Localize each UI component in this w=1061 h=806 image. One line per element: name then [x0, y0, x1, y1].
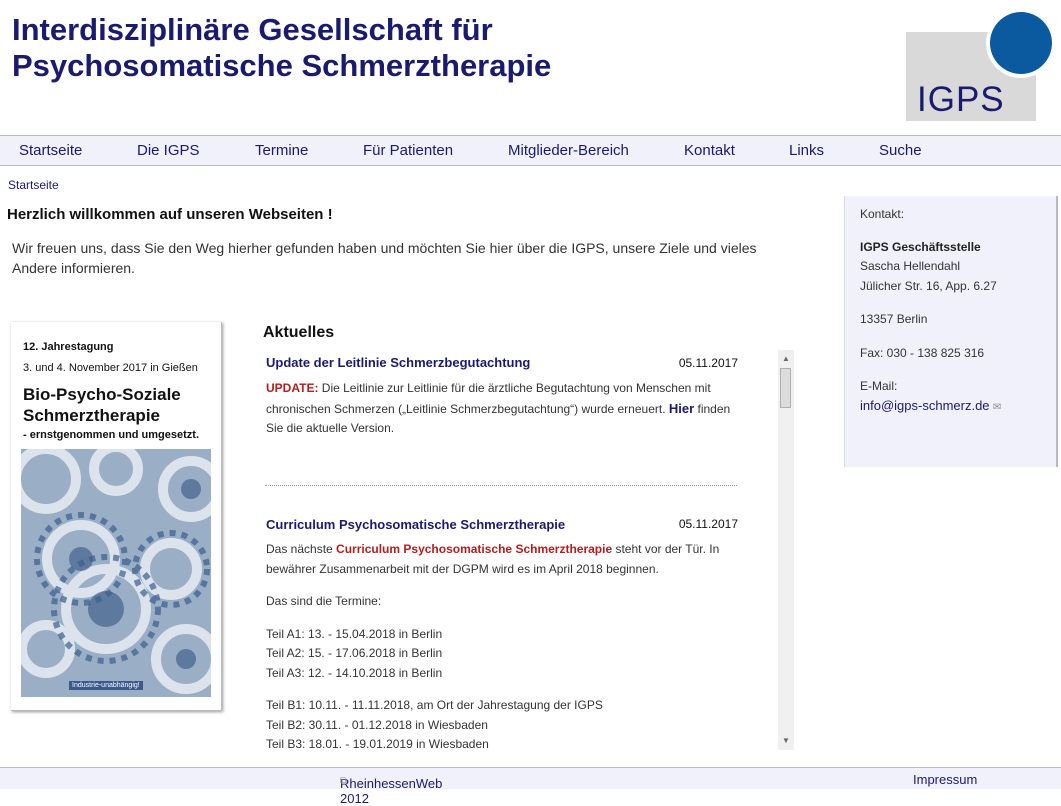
contact-sidebar: Kontakt: IGPS Geschäftsstelle Sascha Hel…: [844, 196, 1058, 467]
envelope-icon: ✉: [992, 402, 1002, 413]
contact-org: IGPS Geschäftsstelle: [860, 240, 981, 254]
scroll-down-icon[interactable]: ▼: [782, 736, 790, 745]
news-item1-title[interactable]: Update der Leitlinie Schmerzbegutachtung: [266, 355, 530, 370]
contact-label: Kontakt:: [860, 207, 905, 221]
item1-text4: Sie die aktuelle Version.: [266, 421, 395, 435]
term-b2: Teil B2: 30.11. - 01.12.2018 in Wiesbade…: [266, 717, 488, 732]
term-a1: Teil A1: 13. - 15.04.2018 in Berlin: [266, 626, 443, 641]
igps-logo[interactable]: IGPS: [906, 8, 1056, 124]
breadcrumb[interactable]: Startseite: [8, 178, 59, 192]
aktuelles-heading: Aktuelles: [263, 324, 335, 341]
flyer-title-line1: Bio-Psycho-Soziale: [23, 385, 181, 404]
nav-mitglieder-bereich[interactable]: Mitglieder-Bereich: [508, 142, 629, 159]
nav-suche[interactable]: Suche: [879, 142, 922, 159]
nav-kontakt[interactable]: Kontakt: [684, 142, 735, 159]
term-b3: Teil B3: 18.01. - 19.01.2019 in Wiesbade…: [266, 737, 489, 750]
item2-text1b: steht vor der Tür. In: [612, 542, 720, 556]
site-title-line2: Psychosomatische Schmerztherapie: [12, 48, 552, 83]
item1-text3: finden: [694, 401, 731, 416]
contact-email-link[interactable]: info@igps-schmerz.de: [860, 398, 990, 413]
news-divider: [265, 485, 737, 486]
contact-email-row: info@igps-schmerz.de ✉: [860, 398, 1001, 413]
news-item2-body: Das nächste Curriculum Psychosomatische …: [266, 540, 736, 750]
item1-hier-link[interactable]: Hier: [669, 401, 694, 416]
conference-flyer[interactable]: 12. Jahrestagung 3. und 4. November 2017…: [11, 322, 222, 711]
welcome-heading: Herzlich willkommen auf unseren Webseite…: [7, 206, 333, 223]
footer: RheinhessenWeb 2012 ⧉ Impressum: [0, 767, 1061, 806]
contact-email-label: E-Mail:: [860, 379, 898, 393]
term-a2: Teil A2: 15. - 17.06.2018 in Berlin: [266, 646, 443, 660]
intro-line2: Andere informieren.: [12, 260, 135, 276]
flyer-date: 3. und 4. November 2017 in Gießen: [23, 362, 198, 374]
contact-fax: Fax: 030 - 138 825 316: [860, 346, 985, 360]
flyer-badge: Industrie-unabhängig!: [69, 681, 143, 690]
intro-text: Wir freuen uns, dass Sie den Weg hierher…: [12, 238, 782, 278]
item2-text1a: Das nächste: [266, 542, 337, 556]
news-item2-date: 05.11.2017: [678, 517, 738, 531]
update-label: UPDATE:: [266, 381, 319, 395]
nav-links[interactable]: Links: [789, 142, 824, 159]
site-title-line1: Interdisziplinäre Gesellschaft für: [12, 12, 493, 47]
news-scroll-area[interactable]: Update der Leitlinie Schmerzbegutachtung…: [263, 350, 778, 750]
news-scrollbar[interactable]: ▲ ▼: [778, 350, 794, 750]
contact-name: Sascha Hellendahl: [860, 259, 961, 273]
gears-illustration: [21, 449, 211, 697]
main-nav: Startseite Die IGPS Termine Für Patiente…: [0, 135, 1061, 166]
news-item1-date: 05.11.2017: [678, 356, 738, 370]
news-item1-body: UPDATE: Die Leitlinie zur Leitlinie für …: [266, 379, 736, 439]
item2-text2: bewährer Zusammenarbeit mit der DGPM wir…: [266, 561, 659, 576]
scrollbar-thumb[interactable]: [780, 368, 791, 408]
nav-termine[interactable]: Termine: [255, 142, 308, 159]
logo-circle: [986, 8, 1056, 78]
curriculum-link[interactable]: Curriculum Psychosomatische Schmerzthera…: [336, 542, 612, 556]
gears-image: Industrie-unabhängig!: [21, 449, 211, 697]
flyer-subtitle: - ernstgenommen und umgesetzt.: [23, 429, 200, 441]
item1-text1: Die Leitlinie zur Leitlinie für die ärzt…: [318, 381, 711, 395]
item2-text3: Das sind die Termine:: [266, 594, 382, 608]
term-a3: Teil A3: 12. - 14.10.2018 in Berlin: [266, 665, 443, 680]
external-link-icon: ⧉: [340, 776, 348, 787]
flyer-title-line2: Schmerztherapie: [23, 406, 160, 425]
footer-credit-text[interactable]: RheinhessenWeb 2012: [340, 776, 442, 806]
term-b1: Teil B1: 10.11. - 11.11.2018, am Ort der…: [266, 698, 603, 712]
news-item2-title[interactable]: Curriculum Psychosomatische Schmerzthera…: [266, 517, 565, 532]
nav-die-igps[interactable]: Die IGPS: [137, 142, 200, 159]
flyer-edition: 12. Jahrestagung: [23, 341, 114, 353]
logo-text: IGPS: [917, 80, 1005, 119]
nav-startseite[interactable]: Startseite: [19, 142, 82, 159]
footer-impressum[interactable]: Impressum: [913, 772, 977, 787]
flyer-title: Bio-Psycho-Soziale Schmerztherapie: [23, 384, 218, 426]
contact-street: Jülicher Str. 16, App. 6.27: [860, 279, 997, 293]
intro-line1: Wir freuen uns, dass Sie den Weg hierher…: [12, 240, 757, 256]
contact-city: 13357 Berlin: [860, 312, 928, 326]
site-title: Interdisziplinäre Gesellschaft für Psych…: [12, 12, 551, 84]
item1-text2: chronischen Schmerzen („Leitlinie Schmer…: [266, 401, 669, 416]
nav-fuer-patienten[interactable]: Für Patienten: [363, 142, 453, 159]
scroll-up-icon[interactable]: ▲: [782, 354, 790, 363]
